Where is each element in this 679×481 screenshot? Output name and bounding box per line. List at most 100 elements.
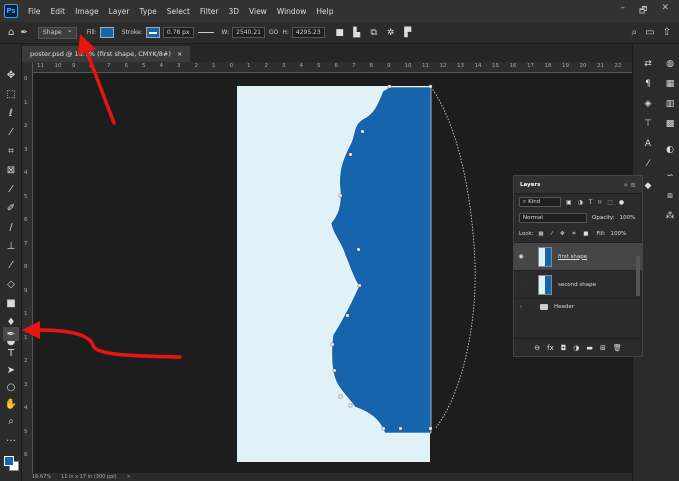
history-icon[interactable]: ⁂ [664, 210, 676, 222]
first-shape-path[interactable] [330, 86, 432, 434]
panel-menu-icon[interactable]: » ≡ [624, 181, 636, 189]
character-icon[interactable]: A [642, 138, 654, 150]
adjustments-circle-icon[interactable]: ◐ [664, 144, 676, 156]
opacity-label: Opacity: [592, 215, 615, 221]
tool-mode-dropdown[interactable]: Shape [37, 26, 77, 39]
height-input[interactable]: 4295.23 [291, 27, 325, 38]
stroke-color-swatch[interactable] [145, 27, 160, 38]
layers-panel-icon[interactable]: ◆ [642, 180, 654, 192]
foreground-color-swatch[interactable] [4, 456, 14, 466]
link-dimensions-label[interactable]: GO [269, 29, 278, 36]
document-tab[interactable]: poster.psd @ 16.7% (first shape, CMYK/8#… [22, 46, 191, 62]
adjustment-layer-icon[interactable]: ◑ [573, 344, 579, 352]
minimize-button[interactable]: – [621, 3, 626, 19]
delete-layer-icon[interactable]: 🗑 [613, 344, 622, 352]
quick-selection-tool-icon[interactable]: ⁄ [3, 125, 19, 139]
eye-icon[interactable]: ◉ [514, 253, 528, 260]
layer-group-header[interactable]: › Header [514, 298, 642, 314]
patterns-icon[interactable]: ▩ [664, 118, 676, 130]
share-icon[interactable]: ⇧ [663, 27, 671, 38]
paragraph-icon[interactable]: ¶ [642, 78, 654, 90]
frame-tool-icon[interactable]: ⊠ [3, 163, 19, 177]
fill-value[interactable]: 100% [611, 231, 627, 237]
add-mask-icon[interactable]: ◘ [561, 344, 567, 352]
group-expand-icon[interactable]: › [514, 304, 528, 310]
swatches-icon[interactable]: ▦ [664, 78, 676, 90]
eraser-tool-icon[interactable]: ◇ [3, 277, 19, 291]
layer-name[interactable]: second shape [558, 282, 596, 288]
path-operations-icon[interactable]: ■ [335, 28, 345, 38]
eye-icon[interactable]: · [514, 281, 528, 288]
layers-scrollbar[interactable] [636, 256, 640, 296]
lock-icons[interactable]: ▦ ⁄ ✥ ⌗ ■ [538, 231, 591, 238]
layer-style-icon[interactable]: fx [547, 344, 554, 352]
workspace-icon[interactable]: ▭ [645, 27, 654, 38]
eyedropper-tool-icon[interactable]: ⁄ [3, 182, 19, 196]
stroke-type-icon[interactable] [197, 32, 214, 33]
glyphs-icon[interactable]: ⁄ [642, 158, 654, 170]
brush-tool-icon[interactable]: / [3, 220, 19, 234]
fill-color-swatch[interactable] [99, 27, 114, 38]
width-input[interactable]: 2540.21 [232, 27, 265, 38]
link-layers-icon[interactable]: ⊖ [534, 344, 540, 352]
opacity-value[interactable]: 100% [620, 215, 636, 221]
gradient-tool-icon[interactable]: ■ [3, 296, 19, 310]
pen-tool-preset-icon[interactable]: ✒ [20, 28, 28, 38]
healing-brush-tool-icon[interactable]: ✐ [3, 201, 19, 215]
menu-edit[interactable]: Edit [46, 7, 71, 16]
menu-file[interactable]: File [23, 7, 46, 16]
libraries-icon[interactable]: ◈ [642, 98, 654, 110]
close-tab-icon[interactable]: × [177, 50, 182, 58]
history-brush-tool-icon[interactable]: ⁄ [3, 258, 19, 272]
close-window-button[interactable]: ✕ [661, 3, 669, 19]
channels-icon[interactable]: ∽ [664, 170, 676, 182]
more-tools-icon[interactable]: … [3, 431, 19, 445]
new-group-icon[interactable]: ▬ [586, 344, 593, 352]
align-edges-icon[interactable]: ▛ [403, 28, 413, 38]
new-layer-icon[interactable]: ⊞ [600, 344, 606, 352]
color-icon[interactable]: ◍ [664, 58, 676, 70]
zoom-tool-icon[interactable]: ⌕ [3, 414, 19, 428]
group-name[interactable]: Header [554, 304, 574, 310]
path-arrangement-icon[interactable]: ⧉ [369, 28, 379, 38]
zoom-level[interactable]: 16.67% [32, 474, 51, 480]
ellipse-tool-icon[interactable]: ○ [3, 380, 19, 394]
menu-help[interactable]: Help [311, 7, 338, 16]
hand-tool-icon[interactable]: ✋ [3, 397, 19, 411]
gear-icon[interactable]: ✲ [386, 28, 396, 38]
clone-stamp-tool-icon[interactable]: ⊥ [3, 239, 19, 253]
pen-tool-icon[interactable]: ✒ [3, 327, 19, 341]
type-tool-icon[interactable]: T [3, 346, 19, 360]
crop-tool-icon[interactable]: ⌗ [3, 144, 19, 158]
menu-select[interactable]: Select [162, 7, 195, 16]
adjustments-icon[interactable]: ⇄ [642, 58, 654, 70]
menu-3d[interactable]: 3D [223, 7, 244, 16]
marquee-tool-icon[interactable]: ⬚ [3, 87, 19, 101]
filter-icons[interactable]: ▣ ◑ T ⌑ ⬚ ● [566, 199, 626, 206]
search-icon[interactable]: ⌕ [632, 27, 638, 38]
lasso-tool-icon[interactable]: ℓ [3, 106, 19, 120]
stroke-width-input[interactable]: 0.78 px [162, 27, 194, 38]
blend-mode-dropdown[interactable]: Normal [519, 213, 587, 223]
layer-name[interactable]: first shape [558, 254, 587, 260]
layer-row-second-shape[interactable]: · second shape [514, 270, 642, 298]
menu-layer[interactable]: Layer [104, 7, 135, 16]
path-selection-tool-icon[interactable]: ➤ [3, 363, 19, 377]
menu-type[interactable]: Type [135, 7, 162, 16]
restore-button[interactable]: 🗗 [639, 3, 647, 19]
menu-filter[interactable]: Filter [195, 7, 224, 16]
gradients-icon[interactable]: ▥ [664, 98, 676, 110]
menu-view[interactable]: View [244, 7, 272, 16]
path-alignment-icon[interactable]: ▙ [352, 28, 362, 38]
move-tool-icon[interactable]: ✥ [3, 68, 19, 82]
layers-panel-title[interactable]: Layers [520, 182, 540, 188]
menu-image[interactable]: Image [70, 7, 104, 16]
paths-icon[interactable]: ⧈ [664, 190, 676, 202]
home-icon[interactable]: ⌂ [8, 27, 14, 38]
status-more-arrow[interactable]: > [127, 474, 131, 480]
ruler-tick-label: 1 [24, 311, 28, 317]
properties-icon[interactable]: ⊤ [642, 118, 654, 130]
layer-row-first-shape[interactable]: ◉ first shape [514, 242, 642, 270]
menu-window[interactable]: Window [272, 7, 312, 16]
filter-kind-dropdown[interactable]: ⌕ Kind [519, 197, 561, 207]
